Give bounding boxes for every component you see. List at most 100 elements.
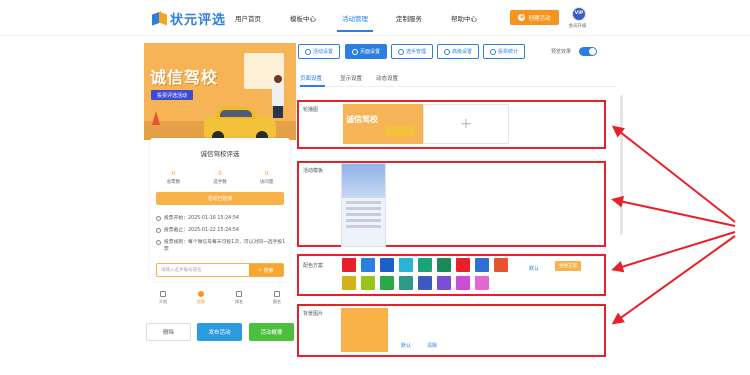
color-swatch[interactable] <box>437 276 451 290</box>
stat-label: 选手数 <box>213 180 227 185</box>
color-swatch[interactable] <box>380 258 394 272</box>
tab-advanced-settings[interactable]: 高级设置 <box>437 44 479 59</box>
color-swatch[interactable] <box>361 258 375 272</box>
create-activity-button[interactable]: + 创建活动 <box>510 10 559 25</box>
vip-label: 会员升级 <box>568 24 587 29</box>
color-default-link[interactable]: 默认 <box>529 265 539 272</box>
stat-value: 0 <box>264 171 269 177</box>
vote-start-text: 投票开始：2025-01-16 15:24:54 <box>164 216 239 221</box>
tab-activity-settings[interactable]: 活动设置 <box>298 44 340 59</box>
publish-activity-button[interactable]: 发布活动 <box>197 323 242 341</box>
section-label: 轮播图 <box>303 107 319 113</box>
vip-upgrade[interactable]: VIP 会员升级 <box>569 7 589 29</box>
color-swatch[interactable] <box>494 258 508 272</box>
rank-icon <box>236 291 242 297</box>
section-carousel: 轮播图 诚信驾校 + <box>297 100 606 149</box>
stat-total-votes: 0 总票数 <box>167 171 181 185</box>
color-swatch[interactable] <box>418 276 432 290</box>
color-swatch[interactable] <box>380 276 394 290</box>
color-swatch[interactable] <box>342 258 356 272</box>
preview-effect-toggle[interactable] <box>579 47 597 56</box>
search-icon: ⌕ <box>258 267 262 273</box>
color-swatch[interactable] <box>437 258 451 272</box>
stat-value: 0 <box>171 171 176 177</box>
subtab-active-underline <box>300 85 325 87</box>
nav-item-templates[interactable]: 模板中心 <box>290 13 316 23</box>
color-swatch[interactable] <box>361 276 375 290</box>
instructor-illustration <box>272 75 284 118</box>
template-thumb[interactable] <box>341 163 386 247</box>
tool-label: 页面设置 <box>359 49 380 55</box>
tabbar-item-signup[interactable]: 报名 <box>262 290 292 314</box>
subtab-dynamic-settings[interactable]: 动态设置 <box>376 74 398 82</box>
section-label: 配色方案 <box>303 263 324 269</box>
clock-icon <box>156 216 161 221</box>
arrow-to-background <box>611 235 736 325</box>
vote-rule-info: 投票规则：每个微信号每天可投1次，可以对同一选手投1票 <box>156 239 286 253</box>
carousel-image-thumb[interactable]: 诚信驾校 <box>343 104 423 144</box>
color-swatch[interactable] <box>399 276 413 290</box>
section-template: 活动模板 <box>297 161 606 247</box>
stat-label: 总票数 <box>166 180 181 185</box>
stat-label: 访问量 <box>259 180 274 185</box>
delete-button[interactable]: 删除 <box>146 323 191 341</box>
change-color-scheme-button[interactable]: 更换方案 <box>555 261 581 271</box>
settings-icon <box>304 48 311 55</box>
page-icon <box>351 48 358 55</box>
tabbar-label: 报名 <box>273 299 281 304</box>
search-input[interactable]: 请输入选手编号或名 <box>161 267 202 273</box>
activity-overview-button[interactable]: 活动概要 <box>249 323 294 341</box>
subtab-page-settings[interactable]: 页面设置 <box>300 74 322 82</box>
brand-name: 状元评选 <box>170 13 227 28</box>
card-title: 诚信驾校评选 <box>200 150 240 158</box>
car-illustration <box>385 126 415 136</box>
logo-mark-icon <box>152 11 167 26</box>
tabbar-label: 投票 <box>197 299 205 304</box>
background-default-link[interactable]: 默认 <box>401 342 411 349</box>
create-activity-label: 创建活动 <box>528 15 551 22</box>
color-swatch[interactable] <box>456 276 470 290</box>
logo[interactable]: 状元评选 <box>152 9 226 28</box>
color-swatch[interactable] <box>399 258 413 272</box>
tabbar-item-vote[interactable]: 投票 <box>186 290 216 314</box>
tabbar-item-intro[interactable]: 介绍 <box>148 290 178 314</box>
nav-item-home[interactable]: 用户首页 <box>235 13 261 23</box>
preview-tabbar: 介绍 投票 排名 报名 <box>144 290 296 314</box>
nav-item-activity-manage[interactable]: 活动管理 <box>342 13 368 23</box>
tabbar-item-rank[interactable]: 排名 <box>224 290 254 314</box>
tool-label: 活动设置 <box>312 49 333 55</box>
tool-label: 高级设置 <box>451 49 472 55</box>
add-carousel-image-button[interactable]: + <box>423 104 509 144</box>
color-swatch[interactable] <box>475 258 489 272</box>
preview-effect-label: 预览效果 <box>551 49 572 55</box>
tab-vote-stats[interactable]: 投票统计 <box>483 44 525 59</box>
section-color-scheme: 配色方案 默认 更换方案 <box>297 254 606 296</box>
settings-scrollbar[interactable] <box>620 95 623 235</box>
stat-value: 0 <box>218 171 222 177</box>
stats-icon <box>489 48 496 55</box>
contestant-search[interactable]: 请输入选手编号或名 ⌕ 搜索 <box>156 263 284 277</box>
search-button[interactable]: ⌕ 搜索 <box>249 264 283 276</box>
arrow-to-carousel <box>611 125 736 223</box>
tabbar-label: 介绍 <box>159 299 167 304</box>
home-icon <box>160 291 166 297</box>
subtab-divider <box>296 86 616 87</box>
background-clear-link[interactable]: 清除 <box>427 342 437 349</box>
color-swatch[interactable] <box>456 258 470 272</box>
tab-page-settings[interactable]: 页面设置 <box>345 44 387 59</box>
subtab-display-settings[interactable]: 显示设置 <box>340 74 362 82</box>
stat-contestants: 0 选手数 <box>213 171 227 185</box>
thumb-banner-title: 诚信驾校 <box>346 115 378 124</box>
color-swatch[interactable] <box>475 276 489 290</box>
tabbar-label: 排名 <box>235 299 243 304</box>
traffic-cone-icon <box>152 111 160 125</box>
color-swatch[interactable] <box>418 258 432 272</box>
tab-contestant-manage[interactable]: 选手管理 <box>391 44 433 59</box>
nav-item-custom-service[interactable]: 定制服务 <box>396 13 422 23</box>
color-swatch[interactable] <box>342 276 356 290</box>
banner-subtitle: 投票评选活动 <box>151 90 194 100</box>
activity-status-button[interactable]: 活动已结束 <box>156 192 284 205</box>
nav-item-help[interactable]: 帮助中心 <box>451 13 477 23</box>
background-image-thumb[interactable] <box>341 308 388 352</box>
vote-end-info: 投票截止：2025-01-22 15:24:54 <box>156 227 286 234</box>
